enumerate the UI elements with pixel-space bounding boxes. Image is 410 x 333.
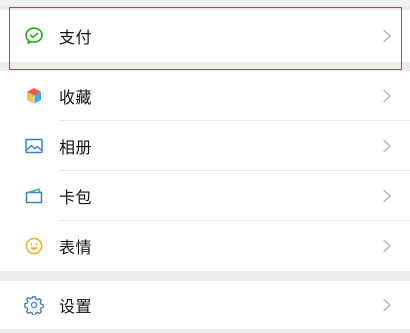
menu-item-pay[interactable]: 支付 <box>0 10 410 62</box>
menu-item-favorites[interactable]: 收藏 <box>0 71 410 121</box>
menu-item-label: 支付 <box>59 28 93 47</box>
smiley-icon <box>24 236 44 256</box>
settings-group: 设置 <box>0 281 410 329</box>
gear-icon <box>24 295 44 315</box>
menu-item-label: 收藏 <box>59 88 93 107</box>
wechat-pay-icon <box>24 26 44 46</box>
menu-item-label: 表情 <box>59 238 93 257</box>
image-icon <box>24 136 44 156</box>
chevron-right-icon <box>383 239 391 253</box>
chevron-right-icon <box>383 298 391 312</box>
top-strip <box>0 0 410 6</box>
menu-item-label: 相册 <box>59 138 93 157</box>
features-group: 收藏 相册 卡包 表情 <box>0 71 410 271</box>
chevron-right-icon <box>383 29 391 43</box>
wechat-me-page: 支付 收藏 相册 卡包 表情 设置 <box>0 0 410 333</box>
menu-item-label: 设置 <box>59 297 93 316</box>
cube-icon <box>24 86 44 106</box>
menu-item-album[interactable]: 相册 <box>0 121 410 171</box>
chevron-right-icon <box>383 89 391 103</box>
card-icon <box>24 186 44 206</box>
menu-item-cards[interactable]: 卡包 <box>0 171 410 221</box>
chevron-right-icon <box>383 139 391 153</box>
menu-item-settings[interactable]: 设置 <box>0 281 410 329</box>
chevron-right-icon <box>383 189 391 203</box>
menu-item-label: 卡包 <box>59 188 93 207</box>
pay-group: 支付 <box>0 10 410 62</box>
menu-item-stickers[interactable]: 表情 <box>0 221 410 271</box>
